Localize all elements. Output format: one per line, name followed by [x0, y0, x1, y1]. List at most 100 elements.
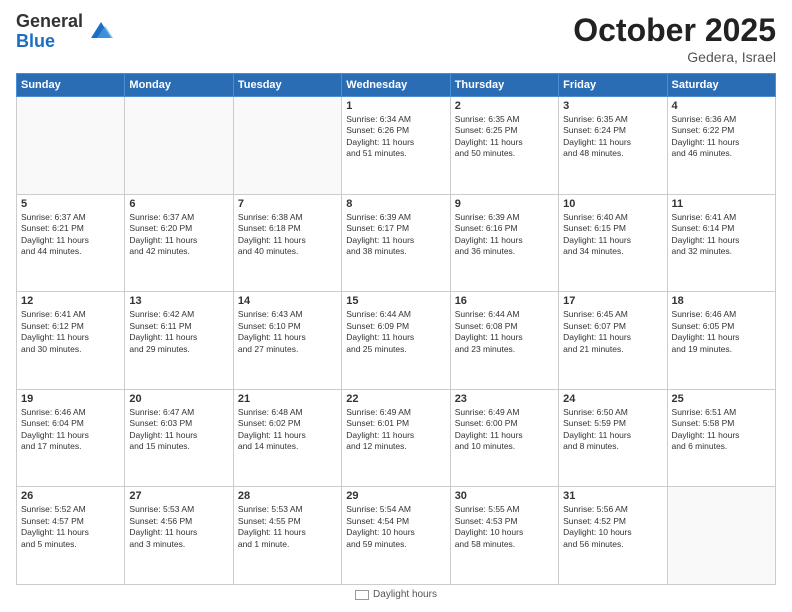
weekday-header-saturday: Saturday	[667, 74, 775, 97]
day-info: Sunrise: 6:45 AM Sunset: 6:07 PM Dayligh…	[563, 309, 662, 355]
day-info: Sunrise: 6:37 AM Sunset: 6:21 PM Dayligh…	[21, 212, 120, 258]
weekday-header-wednesday: Wednesday	[342, 74, 450, 97]
calendar-week-2: 5 Sunrise: 6:37 AM Sunset: 6:21 PM Daylig…	[17, 194, 776, 292]
day-info: Sunrise: 5:56 AM Sunset: 4:52 PM Dayligh…	[563, 504, 662, 550]
calendar-cell: 6Sunrise: 6:37 AM Sunset: 6:20 PM Daylig…	[125, 194, 233, 292]
calendar-cell: 9Sunrise: 6:39 AM Sunset: 6:16 PM Daylig…	[450, 194, 558, 292]
day-number: 9	[455, 198, 554, 210]
title-month: October 2025	[573, 12, 776, 49]
day-number: 6	[129, 198, 228, 210]
calendar-cell: 29 Sunrise: 5:54 AM Sunset: 4:54 PM Dayli…	[342, 487, 450, 585]
day-info: Sunrise: 6:49 AM Sunset: 6:00 PM Dayligh…	[455, 407, 554, 453]
day-number: 4	[672, 100, 771, 112]
day-number: 3	[563, 100, 662, 112]
calendar-cell: 15 Sunrise: 6:44 AM Sunset: 6:09 PM Dayli…	[342, 292, 450, 390]
weekday-header-monday: Monday	[125, 74, 233, 97]
day-number: 22	[346, 393, 445, 405]
day-number: 24	[563, 393, 662, 405]
day-number: 23	[455, 393, 554, 405]
day-info: Sunrise: 6:49 AM Sunset: 6:01 PM Dayligh…	[346, 407, 445, 453]
logo-general: General	[16, 12, 83, 32]
calendar-cell: 11 Sunrise: 6:41 AM Sunset: 6:14 PM Dayli…	[667, 194, 775, 292]
calendar-cell: 10Sunrise: 6:40 AM Sunset: 6:15 PM Dayli…	[559, 194, 667, 292]
calendar-cell: 13 Sunrise: 6:42 AM Sunset: 6:11 PM Dayli…	[125, 292, 233, 390]
day-number: 2	[455, 100, 554, 112]
day-number: 20	[129, 393, 228, 405]
day-number: 5	[21, 198, 120, 210]
calendar-cell: 1Sunrise: 6:34 AM Sunset: 6:26 PM Daylig…	[342, 97, 450, 195]
day-number: 30	[455, 490, 554, 502]
title-block: October 2025 Gedera, Israel	[573, 12, 776, 65]
day-number: 1	[346, 100, 445, 112]
day-number: 18	[672, 295, 771, 307]
weekday-header-tuesday: Tuesday	[233, 74, 341, 97]
day-number: 12	[21, 295, 120, 307]
calendar-cell: 25 Sunrise: 6:51 AM Sunset: 5:58 PM Dayli…	[667, 389, 775, 487]
day-info: Sunrise: 6:46 AM Sunset: 6:04 PM Dayligh…	[21, 407, 120, 453]
calendar-cell: 16Sunrise: 6:44 AM Sunset: 6:08 PM Dayli…	[450, 292, 558, 390]
day-info: Sunrise: 5:55 AM Sunset: 4:53 PM Dayligh…	[455, 504, 554, 550]
calendar-cell: 31 Sunrise: 5:56 AM Sunset: 4:52 PM Dayli…	[559, 487, 667, 585]
weekday-header-thursday: Thursday	[450, 74, 558, 97]
day-number: 25	[672, 393, 771, 405]
day-info: Sunrise: 6:39 AM Sunset: 6:17 PM Dayligh…	[346, 212, 445, 258]
day-info: Sunrise: 6:35 AM Sunset: 6:24 PM Dayligh…	[563, 114, 662, 160]
calendar-cell: 18 Sunrise: 6:46 AM Sunset: 6:05 PM Dayli…	[667, 292, 775, 390]
weekday-header-sunday: Sunday	[17, 74, 125, 97]
day-info: Sunrise: 6:50 AM Sunset: 5:59 PM Dayligh…	[563, 407, 662, 453]
day-number: 13	[129, 295, 228, 307]
calendar-cell: 21Sunrise: 6:48 AM Sunset: 6:02 PM Dayli…	[233, 389, 341, 487]
day-info: Sunrise: 6:44 AM Sunset: 6:09 PM Dayligh…	[346, 309, 445, 355]
calendar-cell: 17Sunrise: 6:45 AM Sunset: 6:07 PM Dayli…	[559, 292, 667, 390]
legend-item-daylight: Daylight hours	[355, 589, 437, 600]
calendar-week-5: 26 Sunrise: 5:52 AM Sunset: 4:57 PM Dayli…	[17, 487, 776, 585]
day-info: Sunrise: 6:51 AM Sunset: 5:58 PM Dayligh…	[672, 407, 771, 453]
calendar-cell	[233, 97, 341, 195]
calendar-cell: 14Sunrise: 6:43 AM Sunset: 6:10 PM Dayli…	[233, 292, 341, 390]
day-number: 31	[563, 490, 662, 502]
logo-blue: Blue	[16, 32, 83, 52]
day-info: Sunrise: 6:47 AM Sunset: 6:03 PM Dayligh…	[129, 407, 228, 453]
calendar-cell	[17, 97, 125, 195]
day-number: 29	[346, 490, 445, 502]
day-info: Sunrise: 5:53 AM Sunset: 4:56 PM Dayligh…	[129, 504, 228, 550]
day-info: Sunrise: 5:52 AM Sunset: 4:57 PM Dayligh…	[21, 504, 120, 550]
calendar-cell: 26 Sunrise: 5:52 AM Sunset: 4:57 PM Dayli…	[17, 487, 125, 585]
legend-label-daylight: Daylight hours	[373, 589, 437, 600]
header: General Blue October 2025 Gedera, Israel	[16, 12, 776, 65]
calendar-cell: 27 Sunrise: 5:53 AM Sunset: 4:56 PM Dayli…	[125, 487, 233, 585]
day-info: Sunrise: 6:35 AM Sunset: 6:25 PM Dayligh…	[455, 114, 554, 160]
day-info: Sunrise: 6:36 AM Sunset: 6:22 PM Dayligh…	[672, 114, 771, 160]
day-info: Sunrise: 6:41 AM Sunset: 6:14 PM Dayligh…	[672, 212, 771, 258]
day-number: 7	[238, 198, 337, 210]
calendar-week-4: 19 Sunrise: 6:46 AM Sunset: 6:04 PM Dayli…	[17, 389, 776, 487]
calendar-cell	[667, 487, 775, 585]
calendar-cell: 7 Sunrise: 6:38 AM Sunset: 6:18 PM Daylig…	[233, 194, 341, 292]
day-info: Sunrise: 6:42 AM Sunset: 6:11 PM Dayligh…	[129, 309, 228, 355]
day-number: 10	[563, 198, 662, 210]
day-info: Sunrise: 6:46 AM Sunset: 6:05 PM Dayligh…	[672, 309, 771, 355]
calendar-cell: 5 Sunrise: 6:37 AM Sunset: 6:21 PM Daylig…	[17, 194, 125, 292]
calendar-cell: 24 Sunrise: 6:50 AM Sunset: 5:59 PM Dayli…	[559, 389, 667, 487]
weekday-header-friday: Friday	[559, 74, 667, 97]
day-info: Sunrise: 5:54 AM Sunset: 4:54 PM Dayligh…	[346, 504, 445, 550]
legend-box-daylight	[355, 590, 369, 600]
day-number: 19	[21, 393, 120, 405]
day-info: Sunrise: 6:41 AM Sunset: 6:12 PM Dayligh…	[21, 309, 120, 355]
day-info: Sunrise: 6:43 AM Sunset: 6:10 PM Dayligh…	[238, 309, 337, 355]
day-number: 21	[238, 393, 337, 405]
title-location: Gedera, Israel	[573, 49, 776, 65]
logo-text: General Blue	[16, 12, 83, 52]
calendar-cell: 30 Sunrise: 5:55 AM Sunset: 4:53 PM Dayli…	[450, 487, 558, 585]
calendar-cell: 4 Sunrise: 6:36 AM Sunset: 6:22 PM Daylig…	[667, 97, 775, 195]
day-number: 15	[346, 295, 445, 307]
day-number: 11	[672, 198, 771, 210]
day-number: 27	[129, 490, 228, 502]
footer: Daylight hours	[16, 585, 776, 600]
calendar-cell: 2 Sunrise: 6:35 AM Sunset: 6:25 PM Daylig…	[450, 97, 558, 195]
day-number: 26	[21, 490, 120, 502]
day-info: Sunrise: 6:38 AM Sunset: 6:18 PM Dayligh…	[238, 212, 337, 258]
calendar-table: SundayMondayTuesdayWednesdayThursdayFrid…	[16, 73, 776, 585]
calendar-week-1: 1Sunrise: 6:34 AM Sunset: 6:26 PM Daylig…	[17, 97, 776, 195]
logo: General Blue	[16, 12, 115, 52]
